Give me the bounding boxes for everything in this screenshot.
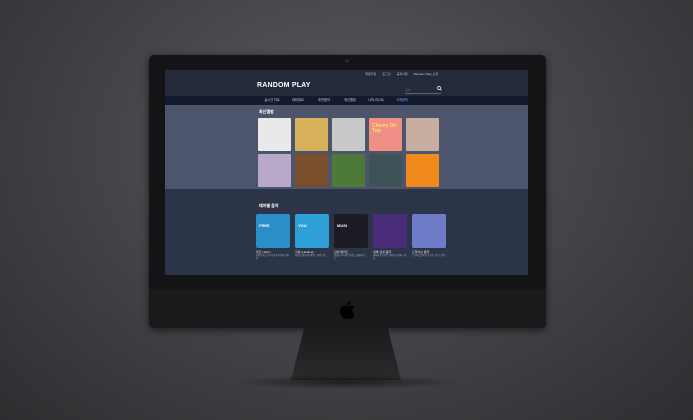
- search-icon[interactable]: [437, 86, 442, 91]
- playlist-cover-text: FREE: [259, 223, 270, 228]
- playlist-title: 재즈 (Jazz): [256, 250, 271, 254]
- playlist-description: 새벽에 듣기 좋은 음악을 추천해 드려요: [373, 255, 407, 260]
- nav-item-mylist[interactable]: 나의 리스트: [363, 96, 389, 105]
- apple-logo-icon: [340, 301, 355, 320]
- album-cover[interactable]: [295, 118, 328, 151]
- playlist-title: 새벽 감성 음악: [373, 250, 392, 254]
- album-cover[interactable]: [258, 118, 291, 151]
- nav-item-support[interactable]: 고객센터: [389, 96, 415, 105]
- nav-item-chart[interactable]: 실시간 차트: [259, 96, 285, 105]
- playlist-section: 테마별 음악 FREE 재즈 (Jazz) 잔잔한 재즈로 하루를 마무리해 보세요…: [165, 189, 528, 275]
- playlist-cover[interactable]: [412, 214, 446, 248]
- album-cover[interactable]: [332, 154, 365, 187]
- util-link-notice[interactable]: 공지사항: [397, 72, 408, 76]
- playlist-description: 드라이브할 때 듣기 좋은 신나는 음악: [412, 255, 446, 257]
- site-header: 회원가입 로그인 공지사항 Random Play 소개 RANDOM PLAY…: [165, 70, 528, 96]
- playlist-cover[interactable]: FREE: [256, 214, 290, 248]
- playlist-row: FREE 재즈 (Jazz) 잔잔한 재즈로 하루를 마무리해 보세요 YOU 힐링 (…: [256, 214, 446, 260]
- site-logo[interactable]: RANDOM PLAY: [257, 82, 311, 89]
- playlist-cover-text: MUSI: [337, 223, 347, 228]
- playlist-cover[interactable]: YOU: [295, 214, 329, 248]
- section-title-playlist: 테마별 음악: [259, 203, 279, 208]
- stand-shadow: [230, 375, 462, 389]
- latest-albums-section: 최신앨범 Cherry On Top: [165, 105, 528, 189]
- album-cover[interactable]: [406, 118, 439, 151]
- nav-item-latest[interactable]: 최신앨범: [337, 96, 363, 105]
- monitor-stand: [291, 328, 401, 380]
- playlist-card[interactable]: MUSI 감성 발라드 감성을 자극하는 발라드 플레이리스트: [334, 214, 368, 260]
- search-input[interactable]: 검색...: [405, 88, 441, 94]
- playlist-description: 잔잔한 재즈로 하루를 마무리해 보세요: [256, 255, 289, 260]
- playlist-title: 드라이브 음악: [412, 250, 430, 254]
- playlist-card[interactable]: 드라이브 음악 드라이브할 때 듣기 좋은 신나는 음악: [412, 214, 446, 260]
- util-link-signup[interactable]: 회원가입: [365, 72, 376, 76]
- playlist-title: 감성 발라드: [334, 250, 349, 254]
- utility-links: 회원가입 로그인 공지사항 Random Play 소개: [365, 72, 438, 76]
- album-cover[interactable]: [369, 154, 402, 187]
- camera-dot: [345, 59, 349, 63]
- album-cover[interactable]: [258, 154, 291, 187]
- playlist-card[interactable]: 새벽 감성 음악 새벽에 듣기 좋은 음악을 추천해 드려요: [373, 214, 407, 260]
- album-cover[interactable]: Cherry On Top: [369, 118, 402, 151]
- playlist-card[interactable]: YOU 힐링 (Healing) 마음을 편안하게 해주는 음악 모음: [295, 214, 329, 260]
- album-cover[interactable]: [295, 154, 328, 187]
- playlist-title: 힐링 (Healing): [295, 250, 314, 254]
- playlist-cover-text: YOU: [298, 223, 307, 228]
- playlist-description: 감성을 자극하는 발라드 플레이리스트: [334, 255, 367, 260]
- nav-item-genre[interactable]: 테마장르: [285, 96, 311, 105]
- playlist-cover[interactable]: MUSI: [334, 214, 368, 248]
- album-grid: Cherry On Top: [258, 118, 439, 187]
- nav-item-recommend[interactable]: 추천음악: [311, 96, 337, 105]
- main-nav: 실시간 차트 테마장르 추천음악 최신앨범 나의 리스트 고객센터: [165, 96, 528, 105]
- util-link-login[interactable]: 로그인: [382, 72, 390, 76]
- website-screen: 회원가입 로그인 공지사항 Random Play 소개 RANDOM PLAY…: [165, 70, 528, 275]
- playlist-cover[interactable]: [373, 214, 407, 248]
- util-link-about[interactable]: Random Play 소개: [414, 72, 438, 76]
- album-cover[interactable]: [406, 154, 439, 187]
- section-title-latest: 최신앨범: [259, 109, 274, 114]
- playlist-description: 마음을 편안하게 해주는 음악 모음: [295, 255, 326, 257]
- search-placeholder: 검색...: [405, 88, 414, 92]
- playlist-card[interactable]: FREE 재즈 (Jazz) 잔잔한 재즈로 하루를 마무리해 보세요: [256, 214, 290, 260]
- album-cover[interactable]: [332, 118, 365, 151]
- album-cover-text: Cherry On Top: [372, 123, 397, 134]
